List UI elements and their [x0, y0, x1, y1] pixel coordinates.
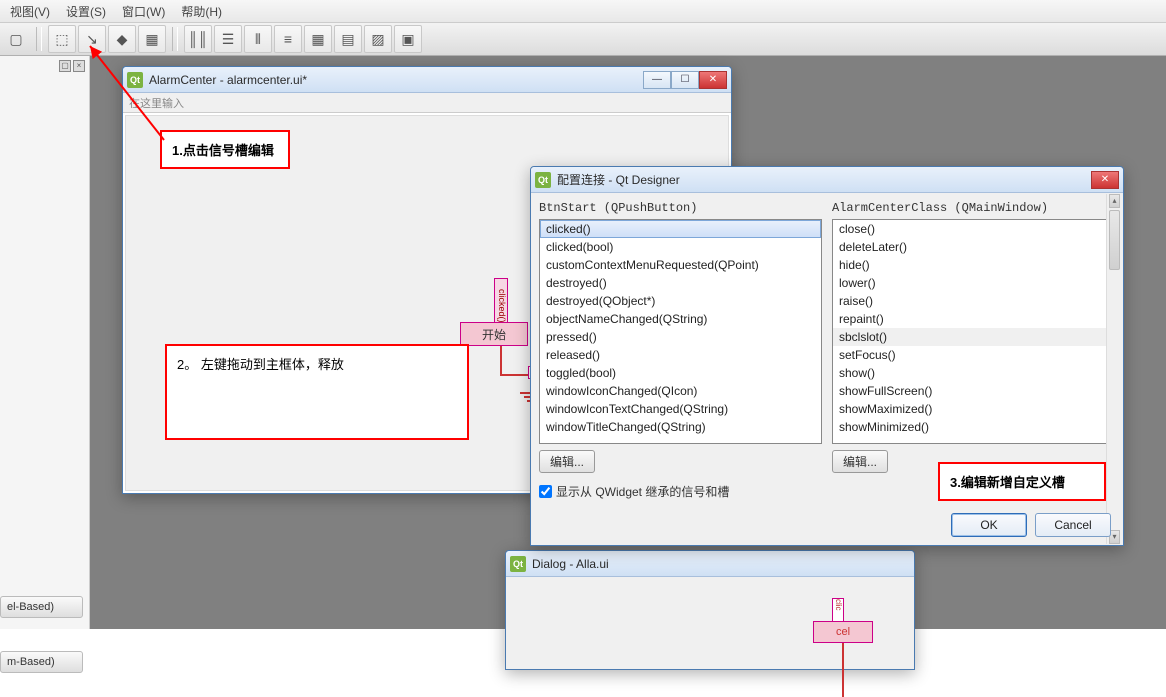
- toolbar-adjust-size[interactable]: ▣: [394, 25, 422, 53]
- toolbar-btn-tab-order[interactable]: ▦: [138, 25, 166, 53]
- toolbar-break-layout[interactable]: ▨: [364, 25, 392, 53]
- alla-dialog-window: Qt Dialog - Alla.ui clic cel: [505, 550, 915, 670]
- slots-listbox[interactable]: close()deleteLater()hide()lower()raise()…: [832, 219, 1115, 444]
- ok-button[interactable]: OK: [951, 513, 1027, 537]
- alarmcenter-titlebar[interactable]: Qt AlarmCenter - alarmcenter.ui* — ☐ ✕: [123, 67, 731, 93]
- signal-item[interactable]: windowTitleChanged(QString): [540, 418, 821, 436]
- annotation-3: 3.编辑新增自定义槽: [938, 462, 1106, 501]
- alla-canvas[interactable]: clic cel: [506, 577, 914, 669]
- inherit-label: 显示从 QWidget 继承的信号和槽: [556, 483, 729, 500]
- dock-controls: ▢ ×: [59, 60, 85, 72]
- panel-tab-item-based[interactable]: m-Based): [0, 651, 83, 673]
- maximize-button[interactable]: ☐: [671, 71, 699, 89]
- signal-item[interactable]: destroyed(): [540, 274, 821, 292]
- slot-item[interactable]: raise(): [833, 292, 1114, 310]
- signal-item[interactable]: toggled(bool): [540, 364, 821, 382]
- slot-item[interactable]: showMaximized(): [833, 400, 1114, 418]
- connection-wire: [500, 374, 528, 376]
- slot-item[interactable]: lower(): [833, 274, 1114, 292]
- slot-item[interactable]: show(): [833, 364, 1114, 382]
- slot-item[interactable]: showFullScreen(): [833, 382, 1114, 400]
- slot-item[interactable]: sbclslot(): [833, 328, 1114, 346]
- alarmcenter-title: AlarmCenter - alarmcenter.ui*: [149, 73, 643, 87]
- toolbar-layout-h[interactable]: ║║: [184, 25, 212, 53]
- config-titlebar[interactable]: Qt 配置连接 - Qt Designer ✕: [531, 167, 1123, 193]
- slot-item[interactable]: setFocus(): [833, 346, 1114, 364]
- signals-column: BtnStart (QPushButton) clicked()clicked(…: [539, 201, 822, 473]
- app-menubar: 视图(V) 设置(S) 窗口(W) 帮助(H): [0, 0, 1166, 22]
- config-title: 配置连接 - Qt Designer: [557, 171, 1091, 188]
- toolbar-separator: [36, 27, 42, 51]
- dock-float-icon[interactable]: ▢: [59, 60, 71, 72]
- slot-item[interactable]: hide(): [833, 256, 1114, 274]
- menu-window[interactable]: 窗口(W): [116, 1, 171, 22]
- signal-item[interactable]: pressed(): [540, 328, 821, 346]
- toolbar-separator: [172, 27, 178, 51]
- alla-titlebar[interactable]: Qt Dialog - Alla.ui: [506, 551, 914, 577]
- signal-item[interactable]: windowIconTextChanged(QString): [540, 400, 821, 418]
- form-menubar[interactable]: 在这里输入: [123, 93, 731, 113]
- app-toolbar: ▢ ⬚ ↘ ◆ ▦ ║║ ☰ ⫴ ≡ ▦ ▤ ▨ ▣: [0, 22, 1166, 56]
- close-button[interactable]: ✕: [1091, 171, 1119, 189]
- qt-icon: Qt: [535, 172, 551, 188]
- slots-header: AlarmCenterClass (QMainWindow): [832, 201, 1115, 215]
- slot-item[interactable]: repaint(): [833, 310, 1114, 328]
- alla-connection-wire: [842, 643, 844, 697]
- signal-item[interactable]: clicked(bool): [540, 238, 821, 256]
- slot-item[interactable]: deleteLater(): [833, 238, 1114, 256]
- toolbar-btn-signal-slot[interactable]: ↘: [78, 25, 106, 53]
- toolbar-btn-1[interactable]: ▢: [2, 25, 30, 53]
- slot-item[interactable]: close(): [833, 220, 1114, 238]
- scrollbar[interactable]: ▴▾: [1106, 219, 1115, 444]
- toolbar-layout-grid[interactable]: ▦: [304, 25, 332, 53]
- signal-item[interactable]: customContextMenuRequested(QPoint): [540, 256, 821, 274]
- qt-icon: Qt: [127, 72, 143, 88]
- menu-settings[interactable]: 设置(S): [60, 1, 112, 22]
- alla-cancel-widget[interactable]: clic cel: [813, 621, 873, 643]
- signal-item[interactable]: released(): [540, 346, 821, 364]
- cancel-button[interactable]: Cancel: [1035, 513, 1111, 537]
- toolbar-layout-form[interactable]: ▤: [334, 25, 362, 53]
- signals-listbox[interactable]: clicked()clicked(bool)customContextMenuR…: [539, 219, 822, 444]
- close-button[interactable]: ✕: [699, 71, 727, 89]
- menu-help[interactable]: 帮助(H): [175, 1, 228, 22]
- slots-column: AlarmCenterClass (QMainWindow) close()de…: [832, 201, 1115, 473]
- alla-title: Dialog - Alla.ui: [532, 557, 910, 571]
- signals-header: BtnStart (QPushButton): [539, 201, 822, 215]
- toolbar-layout-hs[interactable]: ⫴: [244, 25, 272, 53]
- signal-item[interactable]: clicked(): [540, 220, 821, 238]
- toolbar-btn-widget[interactable]: ⬚: [48, 25, 76, 53]
- inherit-checkbox[interactable]: [539, 485, 552, 498]
- toolbar-btn-buddy[interactable]: ◆: [108, 25, 136, 53]
- alla-btn-text: cel: [836, 626, 850, 638]
- signal-item[interactable]: objectNameChanged(QString): [540, 310, 821, 328]
- alla-signal-label: clic: [832, 598, 844, 622]
- toolbar-layout-v[interactable]: ☰: [214, 25, 242, 53]
- toolbar-layout-vs[interactable]: ≡: [274, 25, 302, 53]
- connection-wire: [500, 346, 502, 376]
- edit-signals-button[interactable]: 编辑...: [539, 450, 595, 473]
- minimize-button[interactable]: —: [643, 71, 671, 89]
- edit-slots-button[interactable]: 编辑...: [832, 450, 888, 473]
- panel-tab-model-based[interactable]: el-Based): [0, 596, 83, 618]
- annotation-1: 1.点击信号槽编辑: [160, 130, 290, 169]
- qt-icon: Qt: [510, 556, 526, 572]
- btnstart-widget[interactable]: 开始: [460, 322, 528, 346]
- left-dock-panel: ▢ × el-Based) m-Based): [0, 56, 90, 629]
- signal-item[interactable]: destroyed(QObject*): [540, 292, 821, 310]
- menu-view[interactable]: 视图(V): [4, 1, 56, 22]
- signal-item[interactable]: windowIconChanged(QIcon): [540, 382, 821, 400]
- annotation-2: 2。 左键拖动到主框体，释放: [165, 344, 469, 440]
- dock-close-icon[interactable]: ×: [73, 60, 85, 72]
- slot-item[interactable]: showMinimized(): [833, 418, 1114, 436]
